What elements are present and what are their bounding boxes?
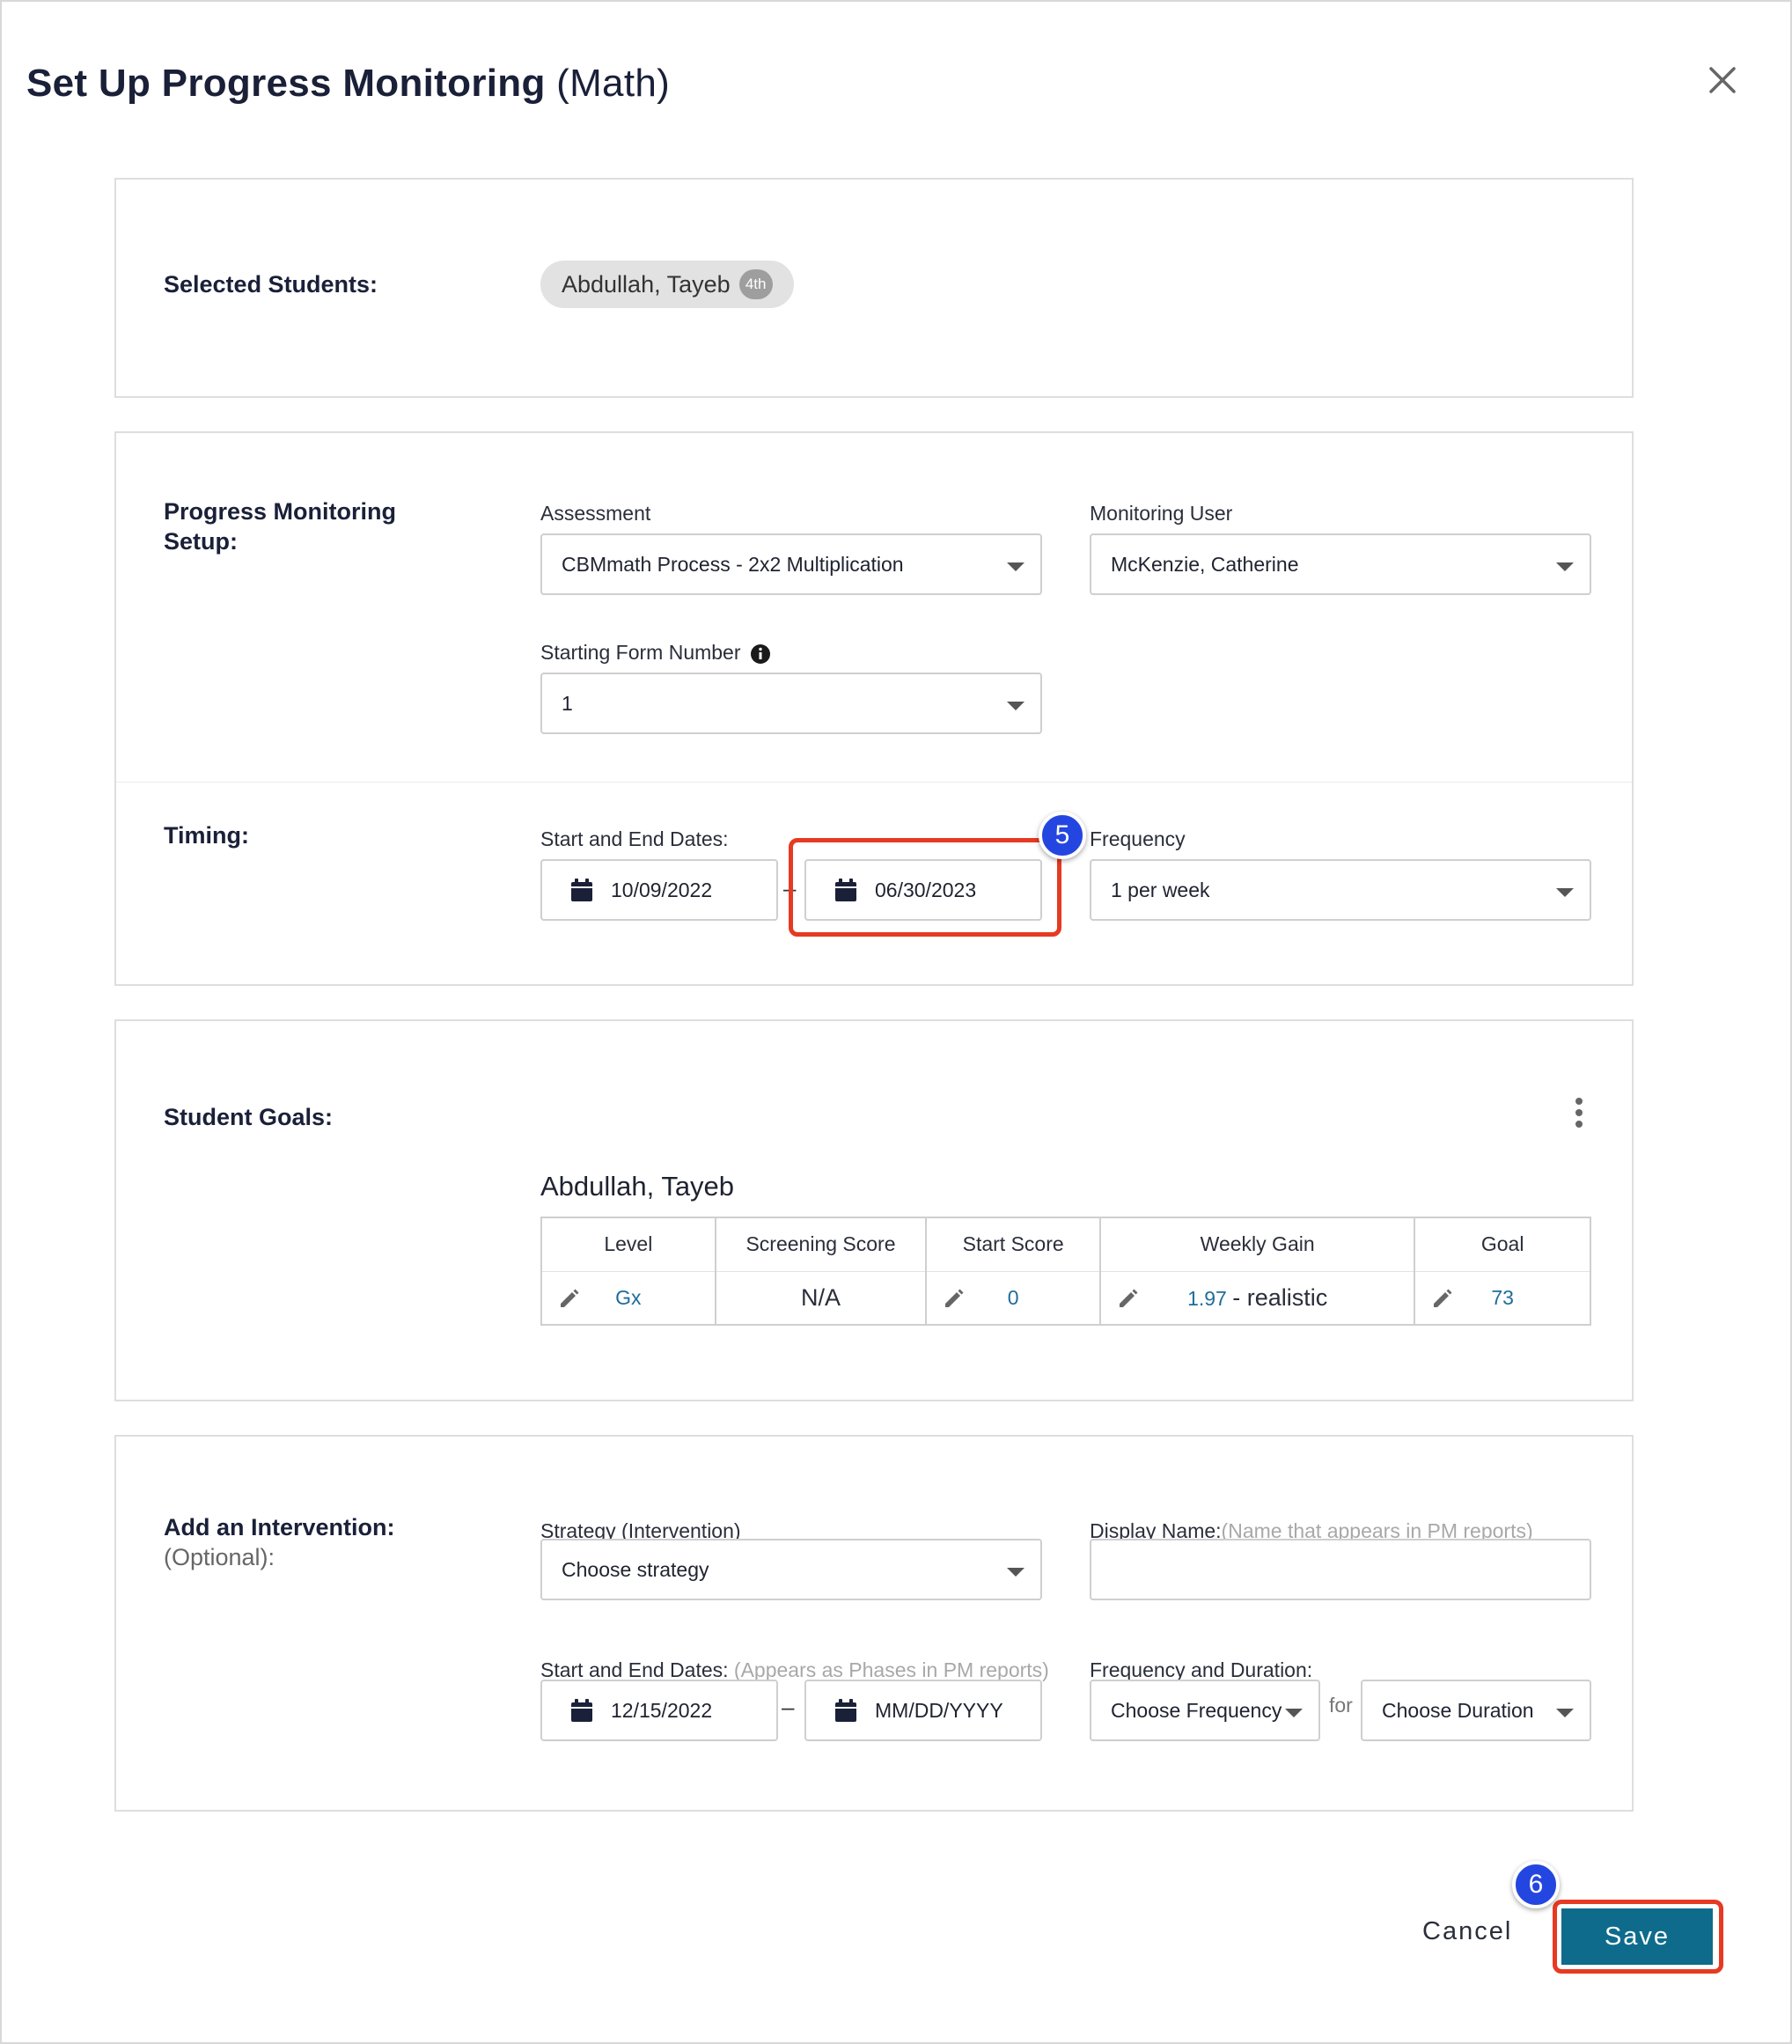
goal-value[interactable]: 73 xyxy=(1491,1286,1514,1309)
section-divider xyxy=(116,782,1632,783)
column-header: Level xyxy=(540,1217,716,1272)
intervention-dates-hint: (Appears as Phases in PM reports) xyxy=(733,1658,1049,1681)
calendar-icon xyxy=(571,879,592,901)
dialog-title: Set Up Progress Monitoring (Math) xyxy=(26,62,670,106)
assessment-select[interactable]: CBMmath Process - 2x2 Multiplication xyxy=(540,533,1042,595)
close-icon xyxy=(1709,67,1736,93)
timing-start-date-input[interactable]: 10/09/2022 xyxy=(540,859,778,921)
column-header: Start Score xyxy=(925,1217,1101,1272)
start-score-cell[interactable]: 0 xyxy=(925,1270,1101,1326)
intervention-end-date-placeholder: MM/DD/YYYY xyxy=(875,1698,1003,1722)
end-date-highlight xyxy=(789,838,1061,937)
selected-students-label: Selected Students: xyxy=(164,271,378,298)
goal-student-name: Abdullah, Tayeb xyxy=(540,1171,735,1202)
starting-form-value: 1 xyxy=(562,691,573,715)
monitoring-user-label: Monitoring User xyxy=(1090,502,1233,525)
chevron-down-icon xyxy=(1556,888,1574,897)
chevron-down-icon xyxy=(1007,1568,1025,1577)
intervention-start-date-input[interactable]: 12/15/2022 xyxy=(540,1680,778,1741)
screening-score-value: N/A xyxy=(800,1283,841,1311)
column-header: Screening Score xyxy=(714,1217,928,1272)
date-range-dash: – xyxy=(782,1694,795,1720)
grade-badge: 4th xyxy=(738,269,773,299)
frequency-label: Frequency xyxy=(1090,827,1186,850)
strategy-value: Choose strategy xyxy=(562,1557,709,1581)
starting-form-label-text: Starting Form Number xyxy=(540,641,741,664)
chevron-down-icon xyxy=(1007,702,1025,710)
screening-score-cell: N/A xyxy=(714,1270,928,1326)
goal-cell[interactable]: 73 xyxy=(1414,1270,1591,1326)
start-score-value[interactable]: 0 xyxy=(1008,1286,1019,1309)
chevron-down-icon xyxy=(1556,562,1574,571)
intervention-start-date-value: 12/15/2022 xyxy=(611,1698,713,1722)
strategy-select[interactable]: Choose strategy xyxy=(540,1539,1042,1600)
intervention-end-date-input[interactable]: MM/DD/YYYY xyxy=(804,1680,1042,1741)
weekly-gain-description: - realistic xyxy=(1232,1283,1328,1311)
pencil-icon[interactable] xyxy=(558,1287,581,1310)
pencil-icon[interactable] xyxy=(1431,1287,1454,1310)
freq-duration-label: Frequency and Duration: xyxy=(1090,1658,1313,1681)
for-text: for xyxy=(1329,1694,1353,1717)
dialog-subject: (Math) xyxy=(556,62,671,105)
student-goals-panel: Student Goals: Abdullah, Tayeb Level Scr… xyxy=(114,1019,1634,1401)
selected-students-panel: Selected Students: Abdullah, Tayeb 4th xyxy=(114,178,1634,398)
timing-label: Timing: xyxy=(164,822,249,849)
monitoring-user-value: McKenzie, Catherine xyxy=(1111,552,1299,576)
intervention-frequency-value: Choose Frequency xyxy=(1111,1698,1282,1722)
student-chip-name: Abdullah, Tayeb xyxy=(562,270,731,298)
pencil-icon[interactable] xyxy=(1117,1287,1140,1310)
starting-form-label: Starting Form Number xyxy=(540,641,771,665)
intervention-optional-text: (Optional): xyxy=(164,1544,275,1570)
weekly-gain-value[interactable]: 1.97 xyxy=(1187,1287,1227,1310)
monitoring-user-select[interactable]: McKenzie, Catherine xyxy=(1090,533,1591,595)
assessment-label: Assessment xyxy=(540,502,651,525)
frequency-value: 1 per week xyxy=(1111,878,1210,901)
timing-start-date-value: 10/09/2022 xyxy=(611,878,713,901)
intervention-panel: Add an Intervention: (Optional): Strateg… xyxy=(114,1435,1634,1812)
step-badge-5: 5 xyxy=(1039,812,1086,859)
intervention-dates-label-text: Start and End Dates: xyxy=(540,1658,729,1681)
frequency-select[interactable]: 1 per week xyxy=(1090,859,1591,921)
column-header: Goal xyxy=(1414,1217,1591,1272)
table-header-row: Level Screening Score Start Score Weekly… xyxy=(540,1217,1591,1272)
dialog-title-text: Set Up Progress Monitoring xyxy=(26,62,546,105)
assessment-value: CBMmath Process - 2x2 Multiplication xyxy=(562,552,904,576)
chevron-down-icon xyxy=(1007,562,1025,571)
progress-monitoring-dialog: Set Up Progress Monitoring (Math) Select… xyxy=(0,0,1792,2044)
calendar-icon xyxy=(571,1699,592,1722)
chevron-down-icon xyxy=(1556,1709,1574,1717)
level-cell[interactable]: Gx xyxy=(540,1270,716,1326)
more-options-icon[interactable] xyxy=(1568,1095,1590,1134)
intervention-dates-label: Start and End Dates: (Appears as Phases … xyxy=(540,1658,1049,1682)
close-button[interactable] xyxy=(1702,60,1743,100)
intervention-frequency-select[interactable]: Choose Frequency xyxy=(1090,1680,1320,1741)
column-header: Weekly Gain xyxy=(1098,1217,1416,1272)
intervention-label: Add an Intervention: (Optional): xyxy=(164,1512,395,1572)
weekly-gain-cell[interactable]: 1.97 - realistic xyxy=(1098,1270,1416,1326)
chevron-down-icon xyxy=(1285,1709,1303,1717)
table-row: Gx N/A 0 1.97 - realistic 73 xyxy=(540,1270,1591,1326)
student-chip[interactable]: Abdullah, Tayeb 4th xyxy=(540,261,794,308)
display-name-input[interactable] xyxy=(1090,1539,1591,1600)
level-value[interactable]: Gx xyxy=(615,1286,641,1309)
pencil-icon[interactable] xyxy=(943,1287,966,1310)
timing-dates-label: Start and End Dates: xyxy=(540,827,729,850)
calendar-icon xyxy=(835,1699,856,1722)
info-icon[interactable] xyxy=(750,643,771,665)
cancel-button[interactable]: Cancel xyxy=(1422,1917,1512,1946)
intervention-duration-value: Choose Duration xyxy=(1382,1698,1534,1722)
step-badge-6: 6 xyxy=(1512,1861,1560,1908)
starting-form-select[interactable]: 1 xyxy=(540,673,1042,734)
intervention-label-text: Add an Intervention: xyxy=(164,1514,395,1540)
pm-setup-label: Progress Monitoring Setup: xyxy=(164,498,397,555)
goals-table: Level Screening Score Start Score Weekly… xyxy=(540,1217,1591,1326)
intervention-duration-select[interactable]: Choose Duration xyxy=(1361,1680,1591,1741)
save-button[interactable]: Save xyxy=(1561,1908,1713,1965)
student-goals-label: Student Goals: xyxy=(164,1104,334,1130)
